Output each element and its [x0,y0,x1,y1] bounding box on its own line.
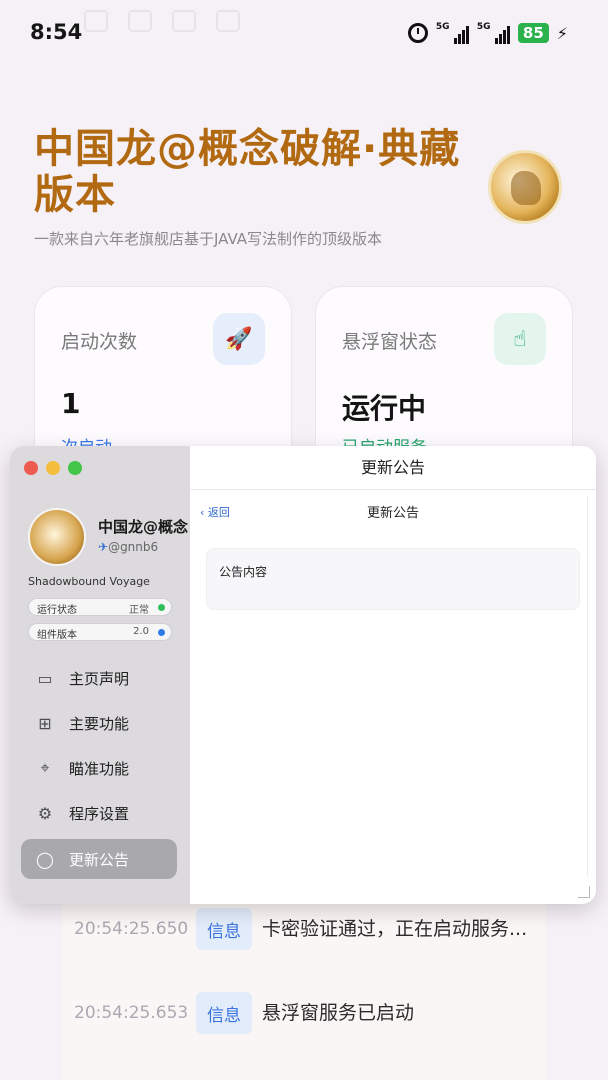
profile-tagline: Shadowbound Voyage [28,575,150,588]
alarm-icon [407,23,428,43]
floating-menu-window[interactable]: 中国龙@概念 ✈@gnnb6 Shadowbound Voyage 运行状态 正… [10,446,596,904]
signal-icon: 5G [477,22,510,44]
document-icon: ▭ [37,668,53,688]
status-pill-run: 运行状态 正常 [28,598,172,616]
minimize-button[interactable] [46,461,60,475]
nav-item-aim-features[interactable]: ⌖ 瞄准功能 [21,748,177,788]
network-type: 5G [435,22,450,32]
nav-item-announcements[interactable]: ◯ 更新公告 [21,839,177,879]
telegram-icon: ✈ [98,540,109,554]
log-level-badge: 信息 [196,908,252,950]
handle-text: @gnnb6 [108,540,159,554]
scrollbar[interactable] [587,496,588,876]
profile-name: 中国龙@概念 [98,518,189,536]
status-dot [158,604,165,611]
pill-label: 运行状态 [37,605,77,616]
card-label: 启动次数 [61,331,138,353]
page-title: 更新公告 [366,506,419,521]
pill-value: 2.0 [133,626,149,637]
nav-label: 主页声明 [69,669,130,688]
network-type: 5G [476,22,491,32]
pill-label: 组件版本 [37,630,77,641]
hand-tap-icon: ☝ [494,313,546,365]
pill-value: 正常 [129,605,149,616]
app-subtitle: 一款来自六年老旗舰店基于JAVA写法制作的顶级版本 [34,230,383,248]
gear-icon: ⚙ [37,803,53,823]
window-title: 更新公告 [190,446,596,490]
nav-label: 瞄准功能 [69,759,130,778]
nav-label: 程序设置 [69,804,130,823]
nav-item-home-statement[interactable]: ▭ 主页声明 [21,658,177,698]
menu-content: 更新公告 ‹ 返回 更新公告 公告内容 [190,446,596,904]
avatar [28,508,86,566]
resize-handle[interactable] [578,886,590,898]
nav-item-main-features[interactable]: ⊞ 主要功能 [21,703,177,743]
announcement-content: 公告内容 [219,565,268,579]
charging-icon: ⚡ [556,23,568,43]
grid-icon: ⊞ [38,713,52,733]
log-time: 20:54:25.650 [74,919,189,939]
log-list: 20:54:25.650 信息 卡密验证通过，正在启动服务... 20:54:2… [62,898,546,1080]
log-time: 20:54:25.653 [74,1003,189,1023]
profile-handle: ✈@gnnb6 [98,540,158,554]
log-message: 卡密验证通过，正在启动服务... [262,918,528,940]
status-bar: 8:54 5G 5G 85 ⚡ [0,0,608,64]
notification-icons [84,10,240,32]
crosshair-icon: ⌖ [40,758,50,777]
log-level-badge: 信息 [196,992,252,1034]
log-message: 悬浮窗服务已启动 [262,1002,415,1024]
battery-indicator: 85 [517,23,549,43]
dragon-logo [488,150,562,224]
menu-sidebar: 中国龙@概念 ✈@gnnb6 Shadowbound Voyage 运行状态 正… [10,446,190,904]
chat-bubble-icon: ◯ [36,849,54,869]
nav-label: 更新公告 [69,850,130,869]
signal-icon: 5G [436,22,469,44]
card-value: 1 [61,387,81,420]
app-title: 中国龙@概念破解·典藏版本 [34,126,461,218]
close-button[interactable] [24,461,38,475]
status-pill-version: 组件版本 2.0 [28,623,172,641]
window-controls [24,461,82,475]
nav-label: 主要功能 [69,714,130,733]
rocket-icon: 🚀 [213,313,265,365]
clock: 8:54 [30,20,83,44]
maximize-button[interactable] [68,461,82,475]
card-value: 运行中 [342,392,427,425]
nav-item-settings[interactable]: ⚙ 程序设置 [21,793,177,833]
card-label: 悬浮窗状态 [342,331,438,353]
announcement-box: 公告内容 [206,548,580,610]
status-dot [158,629,165,636]
status-icons: 5G 5G 85 ⚡ [407,22,568,44]
